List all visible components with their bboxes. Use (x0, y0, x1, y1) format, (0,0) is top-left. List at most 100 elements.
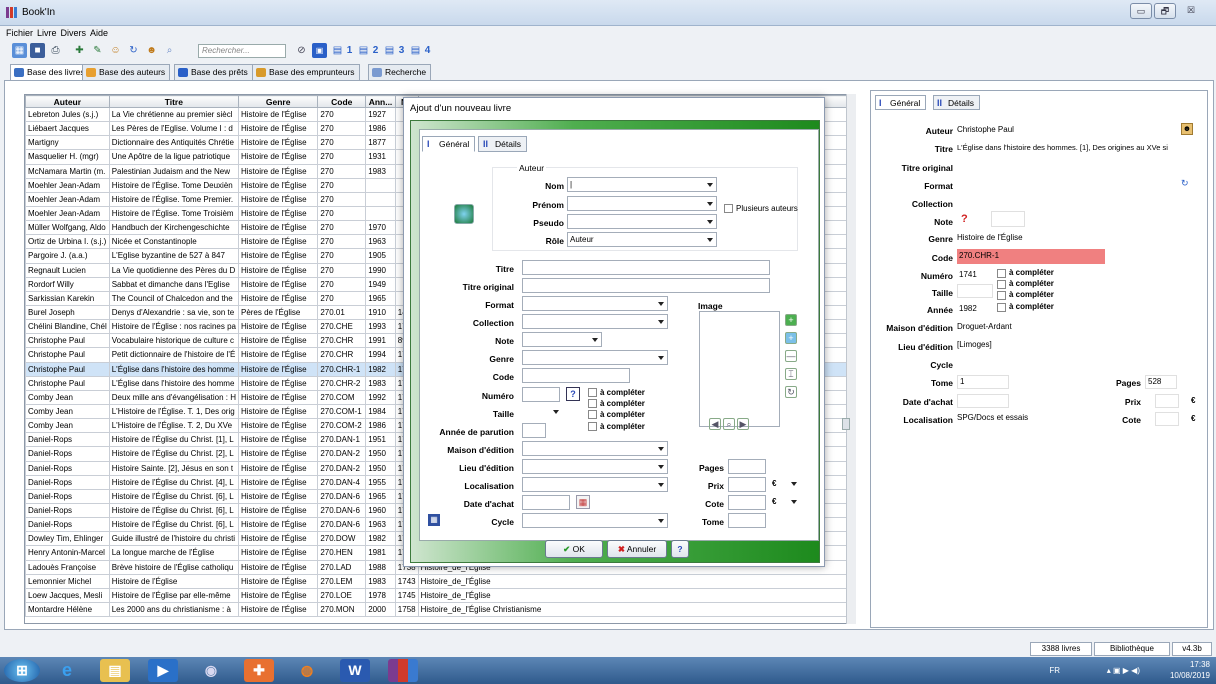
menu-aide[interactable]: Aide (90, 28, 108, 38)
note-select[interactable] (522, 332, 602, 347)
numero-input[interactable] (522, 387, 560, 402)
taille-a-completer-checkbox[interactable] (997, 280, 1006, 289)
maximize-button[interactable]: 🗗 (1154, 3, 1176, 19)
table-row[interactable]: Loew Jacques, Mesli Histoire de l'Église … (25, 587, 855, 603)
crop-image-icon[interactable]: ⌶ (785, 368, 797, 380)
column-header[interactable]: Genre (237, 95, 319, 108)
language-indicator[interactable]: FR (1049, 665, 1060, 676)
collection-select[interactable] (522, 314, 668, 329)
view-4-label[interactable]: 4 (420, 43, 435, 58)
search-input[interactable]: Rechercher... (198, 44, 286, 58)
calendar-icon[interactable]: ▦ (576, 495, 590, 509)
word-icon[interactable]: W (340, 659, 370, 682)
edit-book-icon[interactable]: ✎ (90, 43, 105, 58)
add-image-icon[interactable]: + (785, 314, 797, 326)
code-input[interactable] (522, 368, 630, 383)
tab-general[interactable]: I Général (875, 95, 927, 110)
help-icon[interactable]: ? (566, 387, 580, 401)
column-header[interactable]: Auteur (25, 95, 110, 108)
pages-input[interactable] (728, 459, 766, 474)
remove-image-icon[interactable]: — (785, 350, 797, 362)
column-header[interactable]: Titre (108, 95, 239, 108)
start-button[interactable]: ⊞ (4, 659, 40, 682)
format-select[interactable] (522, 296, 668, 311)
grid-scrollbar[interactable] (846, 94, 856, 624)
media-icon[interactable]: ▶ (148, 659, 178, 682)
image-box[interactable] (699, 311, 780, 427)
zoom-image-icon[interactable]: ⌕ (723, 418, 735, 430)
view-1-label[interactable]: 1 (342, 43, 357, 58)
lieu-select[interactable] (522, 459, 668, 474)
add-book-icon[interactable]: ✚ (72, 43, 87, 58)
annee-a-completer-checkbox[interactable] (588, 422, 597, 431)
add-author-icon[interactable]: ☺ (108, 43, 123, 58)
explorer-icon[interactable]: ▤ (100, 659, 130, 682)
localisation-select[interactable] (522, 477, 668, 492)
format-icon[interactable]: ↻ (1181, 178, 1193, 190)
prev-image-icon[interactable]: ◀ (709, 418, 721, 430)
column-header[interactable]: Ann... (365, 95, 396, 108)
tab-base-emprunteurs[interactable]: Base des emprunteurs (252, 64, 360, 80)
date-achat-input[interactable] (522, 495, 570, 510)
cote-input[interactable] (728, 495, 766, 510)
titre-input[interactable] (522, 260, 770, 275)
taille-a-completer-checkbox[interactable] (588, 399, 597, 408)
tab-base-livres[interactable]: Base des livres (10, 64, 90, 81)
bookin-taskbar-icon[interactable] (388, 659, 418, 682)
paint-icon[interactable]: ✚ (244, 659, 274, 682)
annee-a-completer-checkbox[interactable] (997, 303, 1006, 312)
taille2-a-completer-checkbox[interactable] (997, 291, 1006, 300)
view-3-label[interactable]: 3 (394, 43, 409, 58)
globe-icon[interactable] (454, 204, 474, 224)
annee-parution-input[interactable] (522, 423, 546, 438)
save-icon[interactable]: ■ (30, 43, 45, 58)
loan-icon[interactable]: ↻ (126, 43, 141, 58)
firefox-icon[interactable]: ◍ (292, 659, 322, 682)
author-icon[interactable]: ☻ (1181, 123, 1193, 135)
next-image-icon[interactable]: ▶ (737, 418, 749, 430)
app-icon[interactable]: ◉ (196, 659, 226, 682)
titre-original-input[interactable] (522, 278, 770, 293)
view-icon[interactable]: ▣ (312, 43, 327, 58)
prenom-select[interactable] (567, 196, 717, 211)
print-icon[interactable]: ⎙ (48, 43, 63, 58)
cycle-select[interactable] (522, 513, 668, 528)
table-row[interactable]: Montardre Hélène Les 2000 ans du christia… (25, 601, 855, 618)
tab-details[interactable]: II Détails (933, 95, 980, 110)
minimize-button[interactable]: ▭ (1130, 3, 1152, 19)
search-icon[interactable]: ⌕ (162, 43, 177, 58)
prix-input[interactable] (728, 477, 766, 492)
numero-a-completer-checkbox[interactable] (997, 269, 1006, 278)
prix-currency-select[interactable]: € (770, 477, 800, 492)
clear-search-icon[interactable]: ⊘ (294, 43, 309, 58)
genre-select[interactable] (522, 350, 668, 365)
view-2-label[interactable]: 2 (368, 43, 383, 58)
cancel-button[interactable]: ✖ Annuler (607, 540, 667, 558)
taille-select[interactable] (522, 405, 562, 420)
dialog-tab-details[interactable]: II Détails (478, 136, 527, 152)
cote-currency-select[interactable]: € (770, 495, 800, 510)
ok-button[interactable]: ✔ OK (545, 540, 603, 558)
taille2-a-completer-checkbox[interactable] (588, 410, 597, 419)
close-button[interactable]: ☒ (1180, 3, 1202, 19)
pseudo-select[interactable] (567, 214, 717, 229)
nom-select[interactable]: | (567, 177, 717, 192)
tome-input[interactable] (728, 513, 766, 528)
grid-scroll-thumb[interactable] (842, 418, 850, 430)
help-button[interactable]: ? (671, 540, 689, 558)
dialog-tab-general[interactable]: I Général (422, 136, 476, 152)
menu-fichier[interactable]: Fichier (6, 28, 33, 38)
menu-livre[interactable]: Livre (37, 28, 57, 38)
new-icon[interactable]: ▦ (12, 43, 27, 58)
borrower-icon[interactable]: ☻ (144, 43, 159, 58)
rotate-image-icon[interactable]: ↻ (785, 386, 797, 398)
ie-icon[interactable]: e (52, 659, 82, 682)
column-header[interactable]: Code (317, 95, 367, 108)
maison-select[interactable] (522, 441, 668, 456)
role-select[interactable]: Auteur (567, 232, 717, 247)
menu-divers[interactable]: Divers (61, 28, 87, 38)
plusieurs-auteurs-checkbox[interactable] (724, 204, 733, 213)
import-image-icon[interactable]: + (785, 332, 797, 344)
table-row[interactable]: Lemonnier Michel Histoire de l'Église Hist… (25, 573, 855, 589)
tab-base-prets[interactable]: Base des prêts (174, 64, 253, 80)
